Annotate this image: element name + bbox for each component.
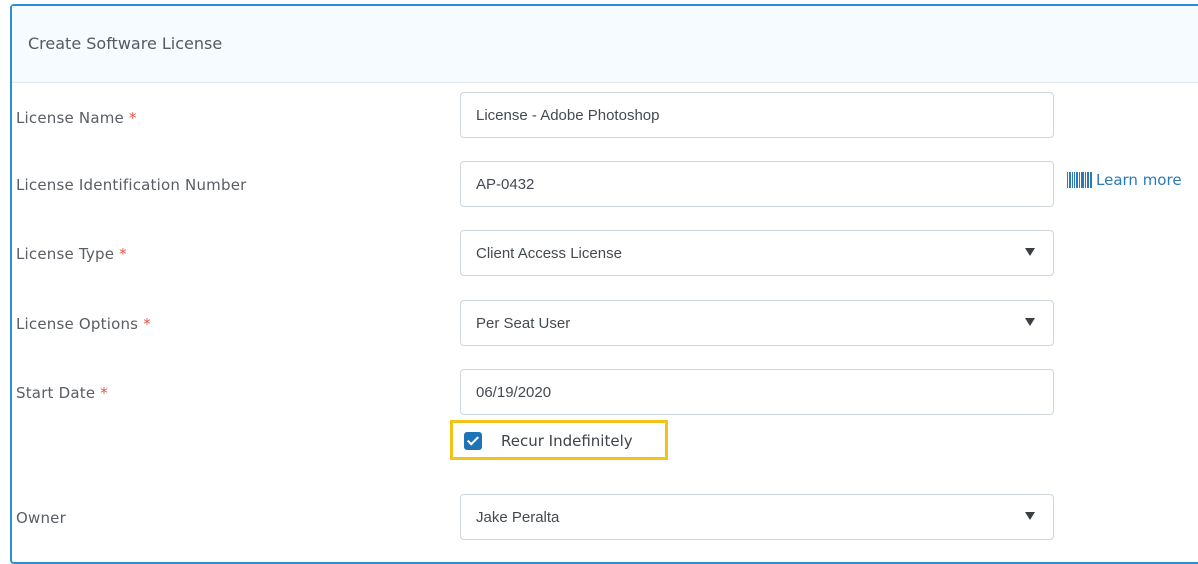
required-mark: * <box>128 109 137 127</box>
chevron-down-icon <box>1025 512 1035 520</box>
barcode-icon <box>1067 172 1093 188</box>
license-id-value: AP-0432 <box>476 176 535 193</box>
learn-more-text[interactable]: Learn more <box>1096 171 1182 189</box>
owner-select[interactable]: Jake Peralta <box>460 494 1054 540</box>
license-options-select[interactable]: Per Seat User <box>460 300 1054 346</box>
required-mark: * <box>143 315 151 333</box>
start-date-label-text: Start Date <box>16 384 96 402</box>
license-options-label: License Options * <box>16 315 151 333</box>
owner-label: Owner <box>16 509 66 527</box>
license-name-label: License Name * <box>16 109 137 127</box>
recur-indefinitely-label[interactable]: Recur Indefinitely <box>501 432 633 450</box>
license-type-label-text: License Type <box>16 245 115 263</box>
license-type-select[interactable]: Client Access License <box>460 230 1054 276</box>
required-mark: * <box>100 384 108 402</box>
start-date-label: Start Date * <box>16 384 108 402</box>
license-name-label-text: License Name <box>16 109 124 127</box>
recur-indefinitely-checkbox[interactable] <box>464 432 482 450</box>
license-name-value: License - Adobe Photoshop <box>476 107 660 124</box>
create-license-panel: Create Software License <box>10 4 1198 564</box>
license-type-label: License Type * <box>16 245 127 263</box>
chevron-down-icon <box>1025 248 1035 256</box>
license-id-input[interactable]: AP-0432 <box>460 161 1054 207</box>
license-id-label: License Identification Number <box>16 176 247 194</box>
check-icon <box>466 433 480 446</box>
license-name-input[interactable]: License - Adobe Photoshop <box>460 92 1054 138</box>
license-options-value: Per Seat User <box>476 315 571 332</box>
chevron-down-icon <box>1025 318 1035 326</box>
learn-more-link[interactable]: Learn more <box>1067 171 1182 189</box>
owner-value: Jake Peralta <box>476 509 560 526</box>
panel-title: Create Software License <box>28 34 223 53</box>
recur-indefinitely-highlight: Recur Indefinitely <box>450 420 668 460</box>
panel-header: Create Software License <box>12 6 1198 83</box>
required-mark: * <box>119 245 127 263</box>
start-date-input[interactable]: 06/19/2020 <box>460 369 1054 415</box>
start-date-value: 06/19/2020 <box>476 384 552 401</box>
license-options-label-text: License Options <box>16 315 139 333</box>
license-type-value: Client Access License <box>476 245 622 262</box>
